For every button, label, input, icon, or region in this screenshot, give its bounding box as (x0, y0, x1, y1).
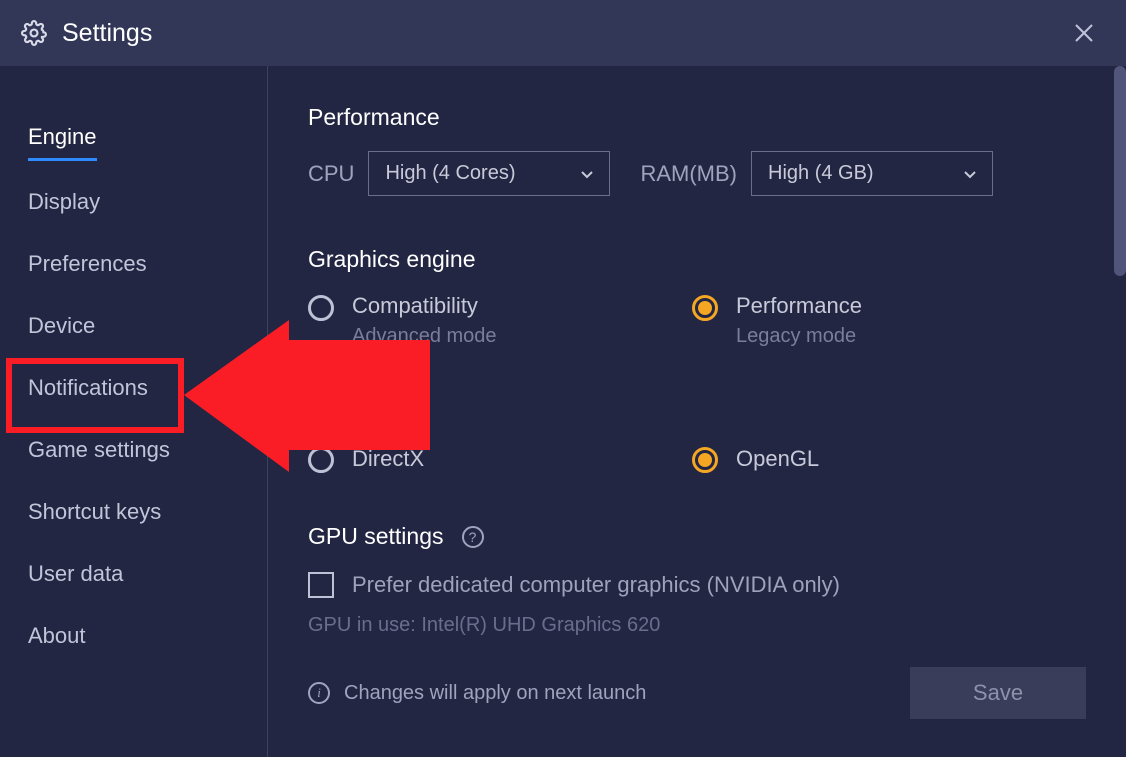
scrollbar[interactable] (1114, 66, 1126, 276)
performance-title: Performance (308, 104, 1086, 131)
radio-performance[interactable]: Performance Legacy mode (692, 293, 1076, 348)
content: Performance CPU High (4 Cores) RAM(MB) H… (268, 66, 1126, 757)
ram-label: RAM(MB) (640, 161, 737, 187)
chevron-down-icon (581, 162, 593, 185)
cpu-label: CPU (308, 161, 354, 187)
sidebar-item-engine[interactable]: Engine (28, 106, 97, 161)
radio-sub: Advanced mode (352, 325, 497, 348)
sidebar: Engine Display Preferences Device Notifi… (0, 66, 268, 757)
graphics-engine-row: Compatibility Advanced mode Performance … (308, 293, 1086, 348)
sidebar-item-game-settings[interactable]: Game settings (28, 419, 170, 481)
footer-notice: Changes will apply on next launch (344, 682, 646, 705)
footer-row: i Changes will apply on next launch Save (308, 667, 1086, 719)
graphics-renderer-row: DirectX OpenGL (308, 445, 1086, 473)
radio-directx[interactable]: DirectX (308, 445, 692, 473)
sidebar-item-shortcut-keys[interactable]: Shortcut keys (28, 481, 161, 543)
sidebar-item-device[interactable]: Device (28, 295, 95, 357)
help-icon[interactable]: ? (462, 526, 484, 548)
radio-label: Performance (736, 293, 862, 319)
sidebar-item-notifications[interactable]: Notifications (28, 357, 148, 419)
main: Engine Display Preferences Device Notifi… (0, 66, 1126, 757)
cpu-value: High (4 Cores) (385, 162, 515, 185)
gpu-checkbox-label: Prefer dedicated computer graphics (NVID… (352, 572, 840, 598)
save-label: Save (973, 680, 1023, 706)
radio-opengl[interactable]: OpenGL (692, 445, 1076, 473)
sidebar-item-about[interactable]: About (28, 605, 86, 667)
gear-icon (20, 19, 48, 47)
info-icon: i (308, 682, 330, 704)
radio-label: OpenGL (736, 446, 819, 472)
chevron-down-icon (964, 162, 976, 185)
graphics-engine-title: Graphics engine (308, 246, 1086, 273)
radio-icon (692, 295, 718, 321)
radio-label: Compatibility (352, 293, 497, 319)
gpu-checkbox[interactable] (308, 572, 334, 598)
radio-label: DirectX (352, 446, 424, 472)
radio-compatibility[interactable]: Compatibility Advanced mode (308, 293, 692, 348)
radio-icon (692, 447, 718, 473)
save-button[interactable]: Save (910, 667, 1086, 719)
radio-icon (308, 447, 334, 473)
ram-value: High (4 GB) (768, 162, 874, 185)
radio-sub: Legacy mode (736, 325, 862, 348)
gpu-in-use: GPU in use: Intel(R) UHD Graphics 620 (308, 614, 1086, 637)
cpu-dropdown[interactable]: High (4 Cores) (368, 151, 610, 196)
performance-row: CPU High (4 Cores) RAM(MB) High (4 GB) (308, 151, 1086, 196)
gpu-checkbox-row: Prefer dedicated computer graphics (NVID… (308, 572, 1086, 598)
settings-title: Settings (62, 19, 152, 48)
close-icon[interactable] (1072, 21, 1096, 45)
gpu-settings-title: GPU settings (308, 523, 444, 550)
gpu-title-row: GPU settings ? (308, 523, 1086, 550)
graphics-renderer-title: renderer (308, 398, 1086, 425)
ram-dropdown[interactable]: High (4 GB) (751, 151, 993, 196)
header: Settings (0, 0, 1126, 66)
sidebar-item-display[interactable]: Display (28, 171, 100, 233)
sidebar-item-user-data[interactable]: User data (28, 543, 123, 605)
radio-icon (308, 295, 334, 321)
sidebar-item-preferences[interactable]: Preferences (28, 233, 147, 295)
